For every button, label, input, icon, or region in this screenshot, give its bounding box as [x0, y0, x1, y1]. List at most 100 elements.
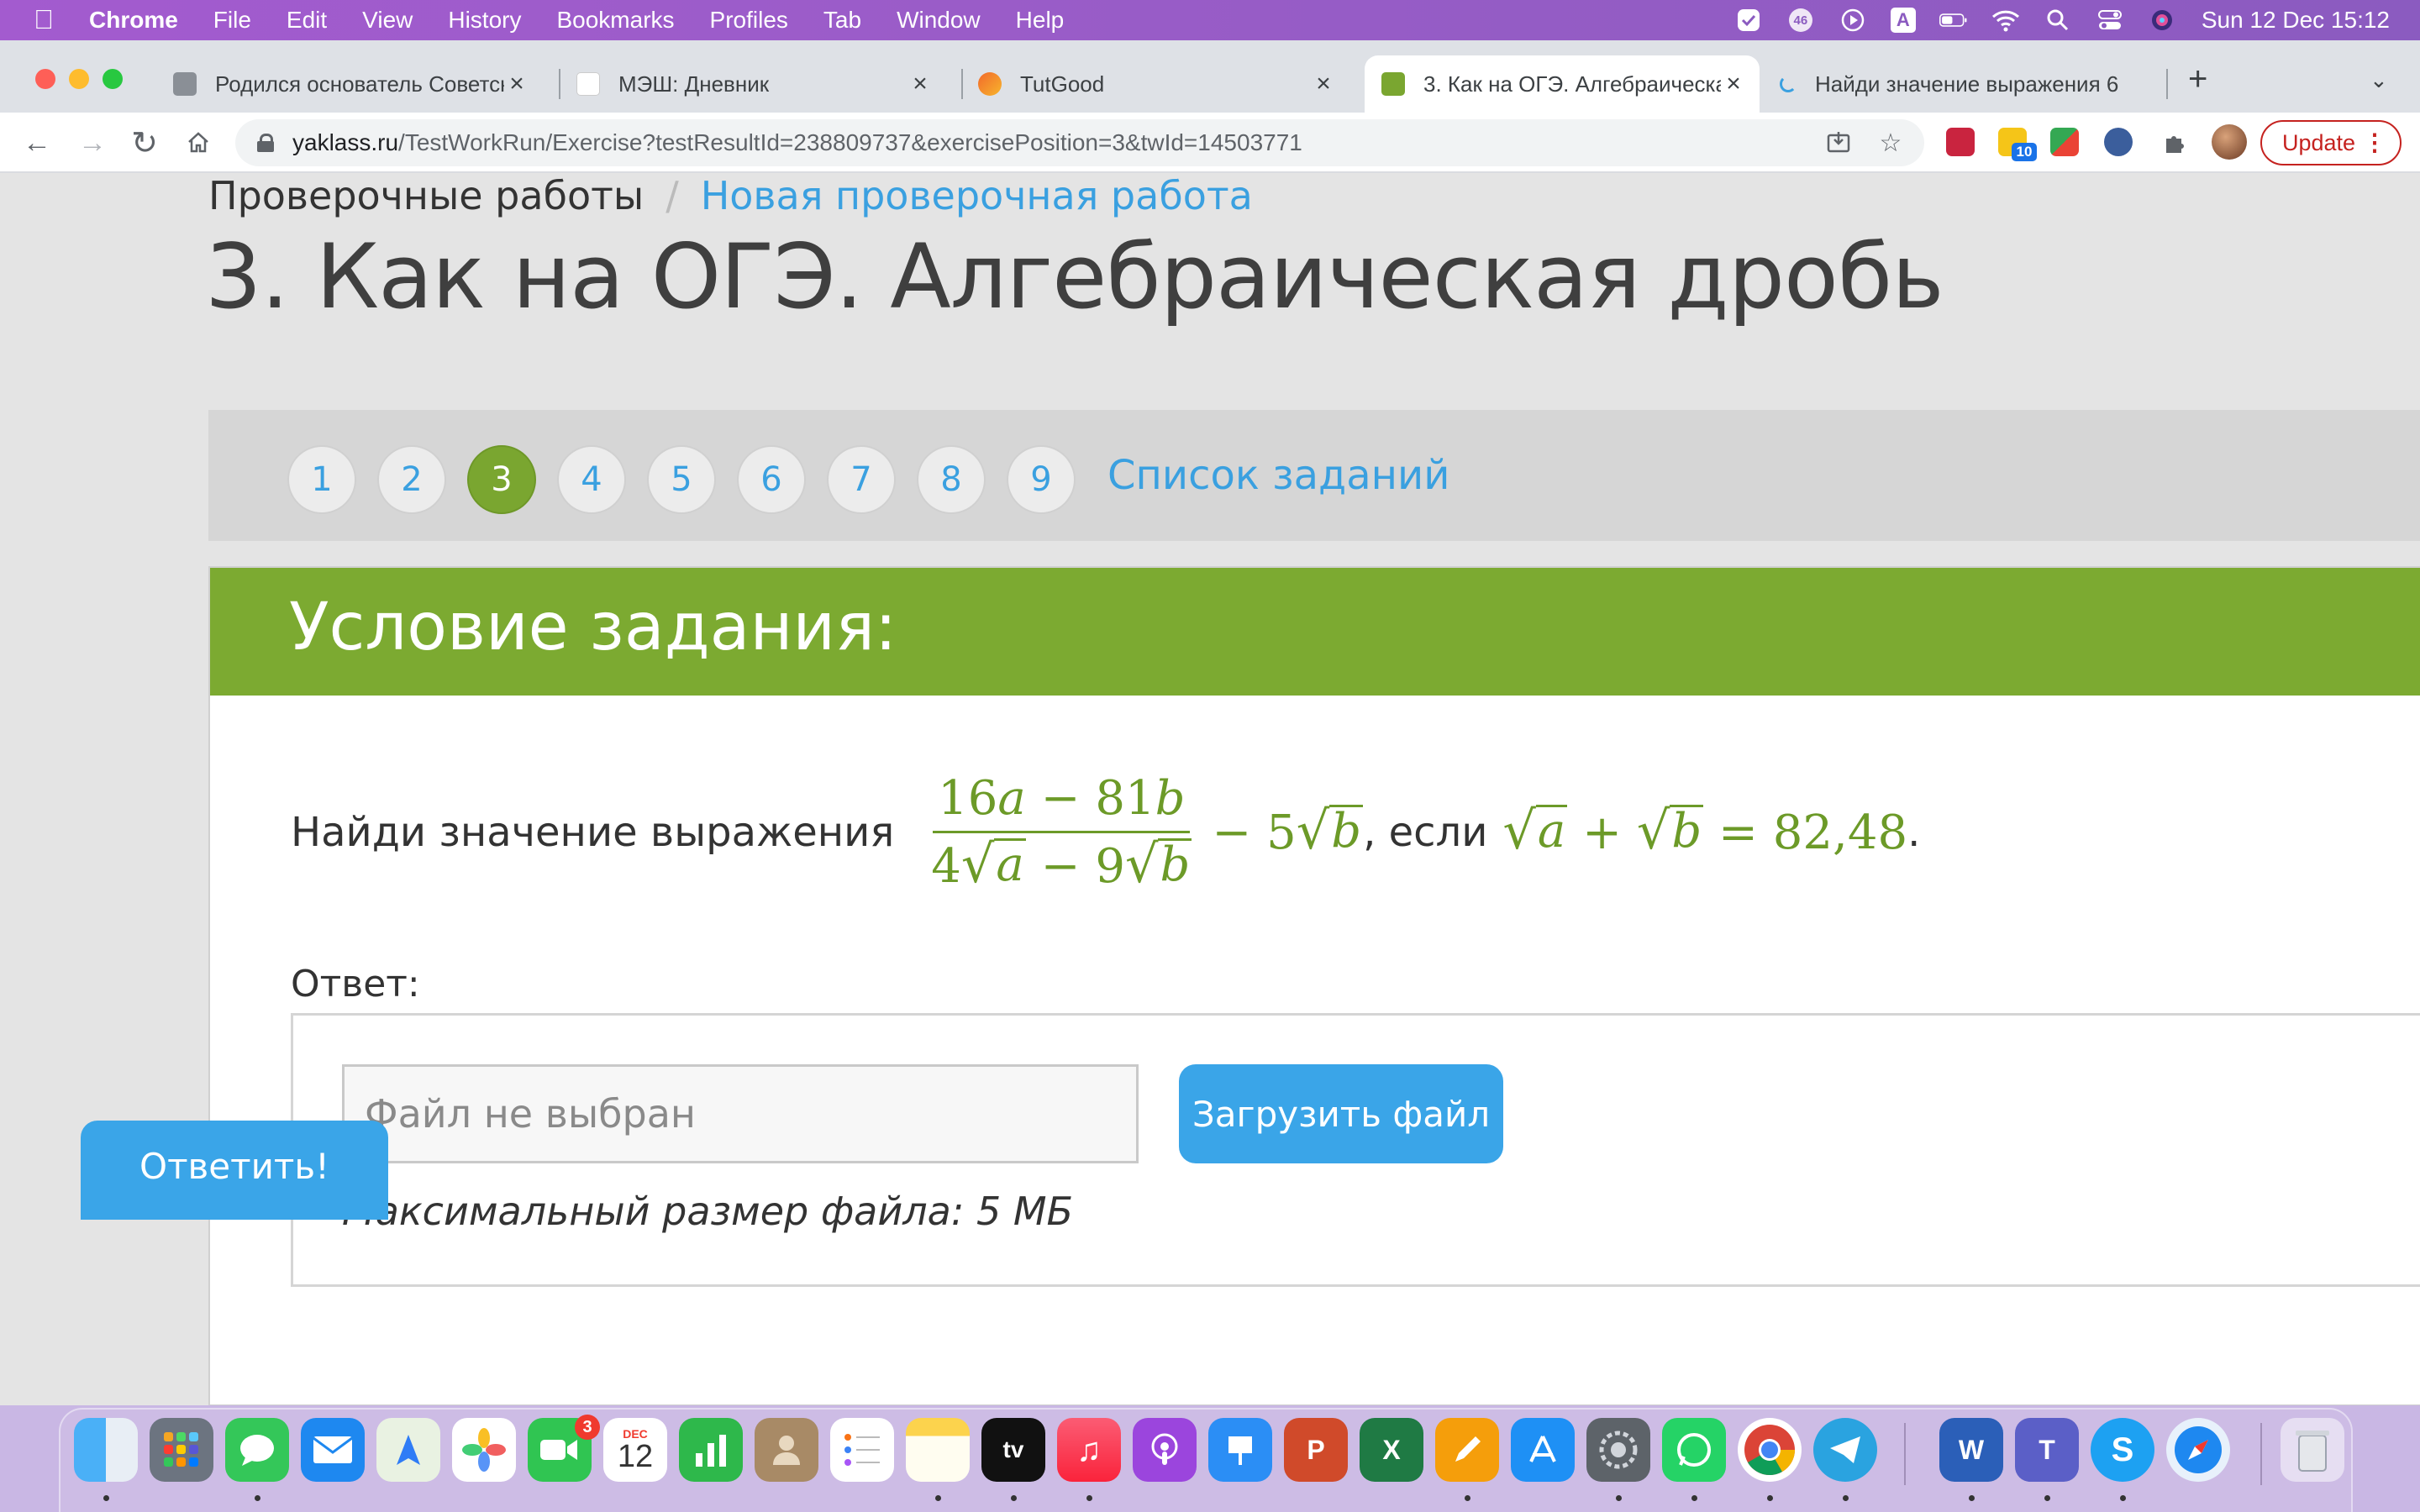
- reload-icon[interactable]: ↻: [126, 124, 163, 161]
- tab-1[interactable]: Родился основатель Советск ×: [173, 55, 543, 113]
- install-app-icon[interactable]: [1822, 126, 1855, 160]
- tab-1-close-icon[interactable]: ×: [504, 70, 529, 98]
- more-menu-icon[interactable]: ⋮: [2363, 129, 2386, 156]
- tab-3[interactable]: TutGood ×: [978, 55, 1349, 113]
- menu-bookmarks[interactable]: Bookmarks: [556, 7, 674, 34]
- spotlight-search-icon[interactable]: [2044, 8, 2072, 33]
- skype-icon[interactable]: S: [2091, 1418, 2154, 1482]
- apple-icon[interactable]: : [34, 4, 54, 35]
- submit-answer-button[interactable]: Ответить!: [81, 1121, 388, 1220]
- tab-5[interactable]: Найди значение выражения 6: [1770, 55, 2165, 113]
- play-circle-icon[interactable]: [1839, 8, 1867, 33]
- app-store-icon[interactable]: [1511, 1418, 1575, 1482]
- notification-count-icon[interactable]: 46: [1786, 8, 1815, 33]
- upload-file-button[interactable]: Загрузить файл: [1179, 1064, 1503, 1163]
- url-text[interactable]: yaklass.ru/TestWorkRun/Exercise?testResu…: [292, 129, 1302, 156]
- running-indicator: [1843, 1495, 1849, 1501]
- notes-icon[interactable]: [906, 1418, 970, 1482]
- window-zoom-button[interactable]: [103, 69, 123, 89]
- teams-icon[interactable]: T: [2015, 1418, 2079, 1482]
- update-label: Update: [2282, 129, 2356, 155]
- extensions-puzzle-icon[interactable]: [2158, 126, 2191, 160]
- trash-icon[interactable]: [2281, 1418, 2344, 1482]
- menu-history[interactable]: History: [448, 7, 521, 34]
- keynote-icon[interactable]: [1208, 1418, 1272, 1482]
- apple-tv-icon[interactable]: tv: [981, 1418, 1045, 1482]
- tab-4-close-icon[interactable]: ×: [1721, 70, 1746, 98]
- control-center-icon[interactable]: [2096, 8, 2124, 33]
- extension-shield-icon[interactable]: [2104, 128, 2133, 156]
- pages-icon[interactable]: [1435, 1418, 1499, 1482]
- menu-tab[interactable]: Tab: [823, 7, 861, 34]
- home-icon[interactable]: [180, 124, 217, 161]
- siri-icon[interactable]: [2148, 8, 2176, 33]
- maps-icon[interactable]: [376, 1418, 440, 1482]
- finder-icon[interactable]: [74, 1418, 138, 1482]
- excel-icon[interactable]: X: [1360, 1418, 1423, 1482]
- input-source-icon[interactable]: A: [1890, 8, 1916, 33]
- menu-window[interactable]: Window: [897, 7, 981, 34]
- checkmark-status-icon[interactable]: [1734, 8, 1763, 33]
- battery-icon[interactable]: [1939, 8, 1968, 33]
- new-tab-plus-icon[interactable]: +: [2188, 60, 2207, 98]
- breadcrumb-tests[interactable]: Проверочные работы: [208, 173, 644, 218]
- update-button[interactable]: Update ⋮: [2260, 120, 2402, 165]
- bookmark-star-icon[interactable]: ☆: [1874, 126, 1907, 160]
- question-4-link[interactable]: 4: [557, 445, 626, 514]
- facetime-badge: 3: [575, 1415, 600, 1440]
- messages-icon[interactable]: [225, 1418, 289, 1482]
- extension-red-icon[interactable]: [1946, 128, 1975, 156]
- window-close-button[interactable]: [35, 69, 55, 89]
- question-9-link[interactable]: 9: [1007, 445, 1076, 514]
- forward-arrow-icon[interactable]: →: [74, 124, 111, 161]
- running-indicator: [2120, 1495, 2126, 1501]
- system-preferences-icon[interactable]: [1586, 1418, 1650, 1482]
- chrome-icon[interactable]: [1738, 1418, 1802, 1482]
- podcasts-icon[interactable]: [1133, 1418, 1197, 1482]
- tab-2-close-icon[interactable]: ×: [908, 70, 933, 98]
- tab-2[interactable]: МЭШ: Дневник ×: [576, 55, 946, 113]
- address-bar[interactable]: yaklass.ru/TestWorkRun/Exercise?testResu…: [235, 119, 1924, 166]
- reminders-icon[interactable]: [830, 1418, 894, 1482]
- menubar-clock[interactable]: Sun 12 Dec 15:12: [2202, 7, 2390, 34]
- question-8-link[interactable]: 8: [917, 445, 986, 514]
- calendar-icon[interactable]: DEC 12: [603, 1418, 667, 1482]
- photos-icon[interactable]: [452, 1418, 516, 1482]
- telegram-icon[interactable]: [1813, 1418, 1877, 1482]
- powerpoint-icon[interactable]: P: [1284, 1418, 1348, 1482]
- safari-icon[interactable]: [2166, 1418, 2230, 1482]
- window-minimize-button[interactable]: [69, 69, 89, 89]
- wifi-icon[interactable]: [1991, 8, 2020, 33]
- lock-icon[interactable]: [257, 134, 274, 152]
- menu-file[interactable]: File: [213, 7, 251, 34]
- profile-avatar[interactable]: [2212, 124, 2247, 160]
- menu-view[interactable]: View: [362, 7, 413, 34]
- whatsapp-icon[interactable]: [1662, 1418, 1726, 1482]
- question-2-link[interactable]: 2: [377, 445, 446, 514]
- tab-3-close-icon[interactable]: ×: [1311, 70, 1336, 98]
- tab-4-active[interactable]: 3. Как на ОГЭ. Алгебраическа ×: [1365, 55, 1760, 113]
- file-input-field[interactable]: Файл не выбран: [342, 1064, 1139, 1163]
- menu-profiles[interactable]: Profiles: [710, 7, 788, 34]
- mail-icon[interactable]: [301, 1418, 365, 1482]
- menu-app-name[interactable]: Chrome: [89, 7, 178, 34]
- menu-edit[interactable]: Edit: [287, 7, 327, 34]
- question-3-current[interactable]: 3: [467, 445, 536, 514]
- question-5-link[interactable]: 5: [647, 445, 716, 514]
- numbers-icon[interactable]: [679, 1418, 743, 1482]
- question-6-link[interactable]: 6: [737, 445, 806, 514]
- music-icon[interactable]: ♫: [1057, 1418, 1121, 1482]
- launchpad-icon[interactable]: [150, 1418, 213, 1482]
- word-icon[interactable]: W: [1939, 1418, 2003, 1482]
- page-title: 3. Как на ОГЭ. Алгебраическая дробь: [205, 225, 1944, 328]
- extension-box-icon[interactable]: [2050, 128, 2079, 156]
- menu-help[interactable]: Help: [1016, 7, 1065, 34]
- breadcrumb-new-test[interactable]: Новая проверочная работа: [701, 173, 1253, 218]
- question-7-link[interactable]: 7: [827, 445, 896, 514]
- task-list-link[interactable]: Список заданий: [1107, 452, 1449, 499]
- condition-end: .: [1907, 809, 1921, 856]
- contacts-icon[interactable]: [755, 1418, 818, 1482]
- tab-search-chevron-icon[interactable]: ⌄: [2370, 67, 2388, 93]
- back-arrow-icon[interactable]: ←: [18, 124, 55, 161]
- question-1-link[interactable]: 1: [287, 445, 356, 514]
